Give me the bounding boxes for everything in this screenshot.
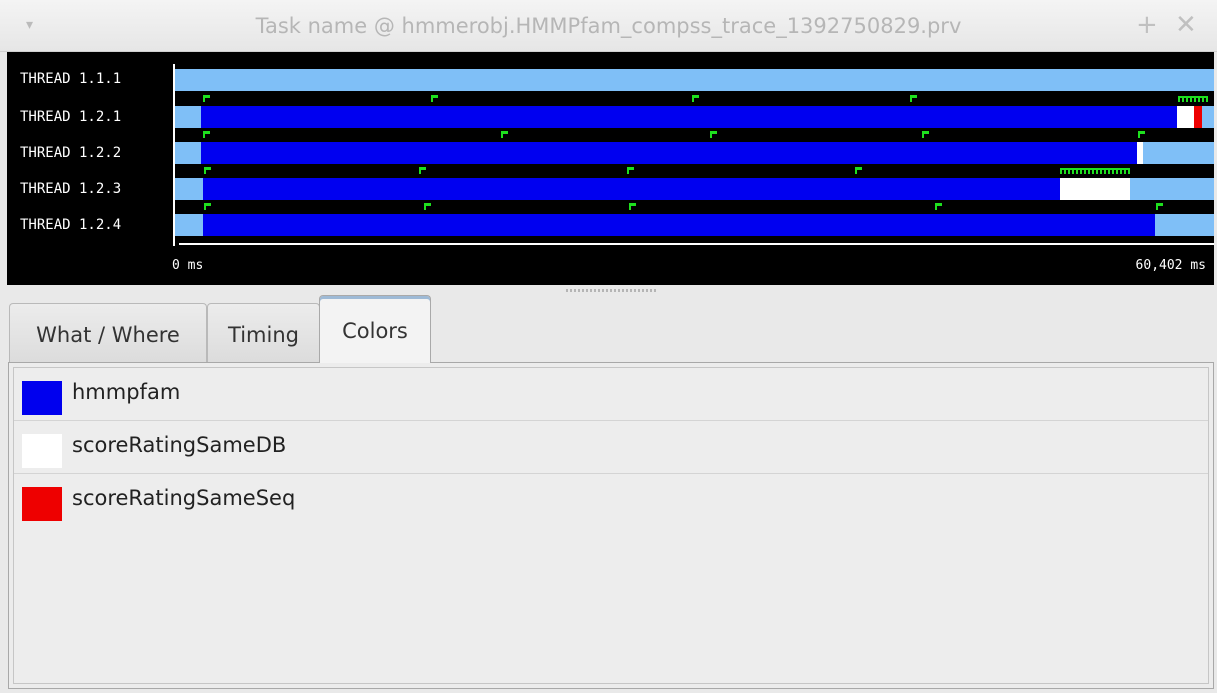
thread-label: THREAD 1.2.2 — [20, 145, 122, 161]
event-flag[interactable] — [910, 95, 917, 102]
color-swatch — [22, 381, 62, 415]
thread-label: THREAD 1.2.3 — [20, 181, 122, 197]
event-flag-burst[interactable] — [1178, 96, 1208, 102]
event-flag-burst[interactable] — [1060, 168, 1130, 174]
tab-what-where[interactable]: What / Where — [9, 303, 207, 362]
event-flag[interactable] — [204, 203, 211, 210]
trace-timeline[interactable]: THREAD 1.1.1 THREAD 1.2.1 THREAD 1.2.2 T… — [7, 52, 1214, 285]
time-axis-end-label: 60,402 ms — [1135, 258, 1206, 273]
event-flag[interactable] — [855, 167, 862, 174]
colors-panel: hmmpfam scoreRatingSameDB scoreRatingSam… — [8, 362, 1214, 689]
event-flag[interactable] — [627, 167, 634, 174]
thread-label: THREAD 1.1.1 — [20, 71, 122, 87]
event-flag[interactable] — [419, 167, 426, 174]
event-flag[interactable] — [710, 131, 717, 138]
legend-item-hmmpfam[interactable]: hmmpfam — [14, 368, 1208, 421]
thread-1-2-2-running[interactable] — [201, 142, 1137, 164]
tab-timing[interactable]: Timing — [207, 303, 320, 362]
legend-item-scoreratingsamedb[interactable]: scoreRatingSameDB — [14, 421, 1208, 474]
event-flag[interactable] — [629, 203, 636, 210]
event-flag[interactable] — [922, 131, 929, 138]
event-flag[interactable] — [204, 167, 211, 174]
thread-1-2-3-running[interactable] — [203, 178, 1060, 200]
legend-label: scoreRatingSameDB — [72, 433, 287, 457]
thread-1-2-1-running[interactable] — [201, 106, 1177, 128]
thread-1-2-3-samedb[interactable] — [1060, 178, 1130, 200]
thread-label: THREAD 1.2.1 — [20, 109, 122, 125]
event-flag[interactable] — [692, 95, 699, 102]
panel-splitter-handle[interactable] — [566, 289, 656, 292]
thread-label: THREAD 1.2.4 — [20, 217, 122, 233]
time-axis-start-label: 0 ms — [172, 258, 204, 273]
event-flag[interactable] — [935, 203, 942, 210]
close-icon[interactable]: ✕ — [1175, 10, 1197, 40]
time-axis — [179, 243, 1214, 245]
thread-1-2-2-samedb[interactable] — [1137, 142, 1143, 164]
time-axis-vertical — [173, 64, 175, 246]
legend-label: scoreRatingSameSeq — [72, 486, 296, 510]
event-flag[interactable] — [431, 95, 438, 102]
event-flag[interactable] — [203, 131, 210, 138]
window-titlebar: ▾ Task name @ hmmerobj.HMMPfam_compss_tr… — [0, 0, 1217, 52]
legend-label: hmmpfam — [72, 380, 181, 404]
maximize-icon[interactable]: + — [1136, 10, 1158, 40]
thread-1-2-1-sameseq[interactable] — [1194, 106, 1202, 128]
event-flag[interactable] — [424, 203, 431, 210]
window-title: Task name @ hmmerobj.HMMPfam_compss_trac… — [255, 14, 962, 38]
thread-1-2-1-samedb[interactable] — [1177, 106, 1194, 128]
color-swatch — [22, 487, 62, 521]
tab-colors[interactable]: Colors — [319, 295, 431, 363]
thread-1-1-1-bar[interactable] — [174, 69, 1214, 91]
color-swatch — [22, 434, 62, 468]
thread-1-2-4-running[interactable] — [203, 214, 1155, 236]
event-flag[interactable] — [1156, 203, 1163, 210]
event-flag[interactable] — [501, 131, 508, 138]
legend-item-scoreratingsameseq[interactable]: scoreRatingSameSeq — [14, 474, 1208, 526]
event-flag[interactable] — [1138, 131, 1145, 138]
event-flag[interactable] — [203, 95, 210, 102]
color-legend-list[interactable]: hmmpfam scoreRatingSameDB scoreRatingSam… — [13, 367, 1209, 684]
